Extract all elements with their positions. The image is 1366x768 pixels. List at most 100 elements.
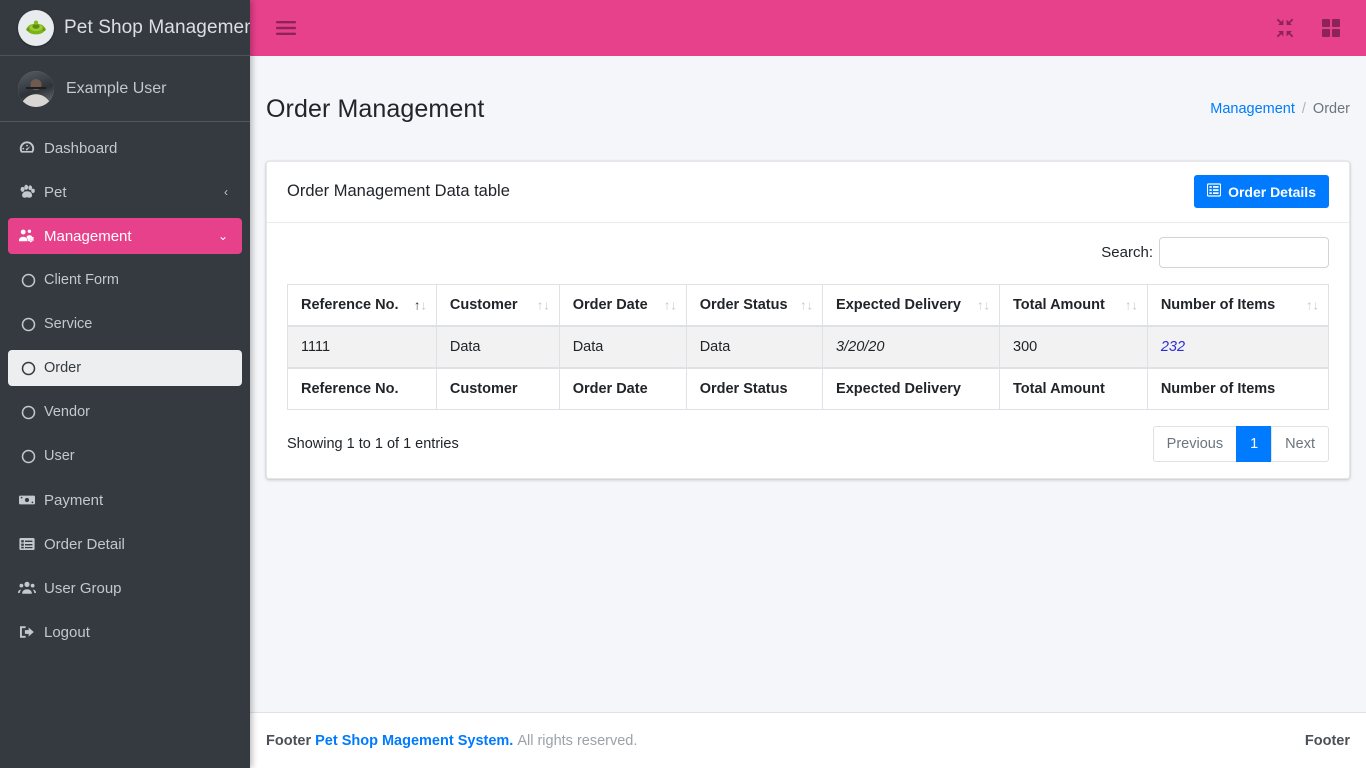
table-foot: Reference No. Customer Order Date Order … xyxy=(288,368,1329,410)
card-body: Search: Reference No. ↑↓ xyxy=(267,223,1349,478)
column-label: Customer xyxy=(450,297,518,313)
sort-icon: ↑↓ xyxy=(1306,298,1319,311)
sidebar-item-management[interactable]: Management ⌄ xyxy=(8,218,242,254)
chevron-left-icon: ‹ xyxy=(224,185,228,199)
column-header-expected-delivery[interactable]: Expected Delivery ↑↓ xyxy=(823,284,1000,326)
sidebar-item-payment[interactable]: Payment xyxy=(8,482,242,518)
sidebar-item-vendor[interactable]: Vendor xyxy=(8,394,242,430)
column-label: Number of Items xyxy=(1161,297,1275,313)
column-label: Total Amount xyxy=(1013,297,1105,313)
users-cog-icon xyxy=(18,227,44,245)
cell-number-of-items: 232 xyxy=(1147,326,1328,368)
card-title: Order Management Data table xyxy=(287,182,510,201)
sidebar-item-label: Vendor xyxy=(44,404,232,420)
sort-icon: ↑↓ xyxy=(537,298,550,311)
sidebar-item-label: Client Form xyxy=(44,272,232,288)
sidebar-item-user-group[interactable]: User Group xyxy=(8,570,242,606)
sidebar-item-label: Order xyxy=(44,360,232,376)
breadcrumb-separator: / xyxy=(1302,101,1306,117)
sidebar-item-user[interactable]: User xyxy=(8,438,242,474)
circle-icon xyxy=(18,273,44,288)
circle-icon xyxy=(18,361,44,376)
footer-brand-link[interactable]: Pet Shop Magement System. xyxy=(315,733,513,749)
column-header-total-amount[interactable]: Total Amount ↑↓ xyxy=(1000,284,1148,326)
order-table-card: Order Management Data table xyxy=(266,161,1350,479)
page-title: Order Management xyxy=(266,95,484,124)
sort-icon: ↑↓ xyxy=(977,298,990,311)
footer-column-total-amount: Total Amount xyxy=(1000,368,1148,410)
table-bottom-bar: Showing 1 to 1 of 1 entries Previous 1 N… xyxy=(287,426,1329,462)
pagination-next[interactable]: Next xyxy=(1271,426,1329,462)
content-area: Order Management Management / Order Orde… xyxy=(250,56,1366,712)
entries-info: Showing 1 to 1 of 1 entries xyxy=(287,436,459,452)
number-of-items-link[interactable]: 232 xyxy=(1161,339,1185,355)
column-header-order-status[interactable]: Order Status ↑↓ xyxy=(686,284,822,326)
sidebar: Pet Shop Management Example User Dashboa… xyxy=(0,0,250,768)
table-head: Reference No. ↑↓ Customer ↑↓ xyxy=(288,284,1329,326)
hamburger-icon[interactable] xyxy=(272,13,300,43)
search-row: Search: xyxy=(287,237,1329,268)
user-name: Example User xyxy=(66,80,166,98)
chevron-down-icon: ⌄ xyxy=(218,229,228,243)
sidebar-nav: Dashboard Pet ‹ xyxy=(0,122,250,650)
sidebar-item-label: Dashboard xyxy=(44,140,232,157)
sort-icon: ↑↓ xyxy=(414,298,427,311)
table-row[interactable]: 1111 Data Data Data 3/20/20 300 232 xyxy=(288,326,1329,368)
brand-title: Pet Shop Management xyxy=(64,17,250,39)
order-data-table: Reference No. ↑↓ Customer ↑↓ xyxy=(287,284,1329,410)
user-panel[interactable]: Example User xyxy=(0,56,250,122)
page-header: Order Management Management / Order xyxy=(250,56,1366,155)
sidebar-item-dashboard[interactable]: Dashboard xyxy=(8,130,242,166)
order-details-button[interactable]: Order Details xyxy=(1194,175,1329,208)
sidebar-item-logout[interactable]: Logout xyxy=(8,614,242,650)
cell-total-amount: 300 xyxy=(1000,326,1148,368)
tachometer-icon xyxy=(18,139,44,157)
table-footer-row: Reference No. Customer Order Date Order … xyxy=(288,368,1329,410)
top-navbar xyxy=(250,0,1366,56)
th-list-icon xyxy=(1207,183,1221,200)
circle-icon xyxy=(18,449,44,464)
column-header-order-date[interactable]: Order Date ↑↓ xyxy=(559,284,686,326)
sidebar-item-order-detail[interactable]: Order Detail xyxy=(8,526,242,562)
users-icon xyxy=(18,579,44,597)
paw-icon xyxy=(18,183,44,201)
list-alt-icon xyxy=(18,535,44,553)
page-footer: Footer Pet Shop Magement System. All rig… xyxy=(250,712,1366,768)
cell-reference-no: 1111 xyxy=(288,326,437,368)
pagination-page-1[interactable]: 1 xyxy=(1236,426,1272,462)
circle-icon xyxy=(18,405,44,420)
breadcrumb-current: Order xyxy=(1313,101,1350,117)
column-label: Order Status xyxy=(700,297,788,313)
compress-arrows-icon[interactable] xyxy=(1268,11,1302,45)
brand-link[interactable]: Pet Shop Management xyxy=(0,0,250,56)
sidebar-item-label: Order Detail xyxy=(44,536,232,553)
footer-column-reference-no: Reference No. xyxy=(288,368,437,410)
sidebar-item-service[interactable]: Service xyxy=(8,306,242,342)
pagination-previous[interactable]: Previous xyxy=(1153,426,1237,462)
table-header-row: Reference No. ↑↓ Customer ↑↓ xyxy=(288,284,1329,326)
cell-customer: Data xyxy=(436,326,559,368)
sidebar-item-label: Payment xyxy=(44,492,232,509)
cell-expected-delivery: 3/20/20 xyxy=(823,326,1000,368)
breadcrumb-parent-link[interactable]: Management xyxy=(1210,101,1295,117)
table-body: 1111 Data Data Data 3/20/20 300 232 xyxy=(288,326,1329,368)
column-label: Expected Delivery xyxy=(836,297,961,313)
sidebar-item-order[interactable]: Order xyxy=(8,350,242,386)
pagination: Previous 1 Next xyxy=(1153,426,1329,462)
cell-order-date: Data xyxy=(559,326,686,368)
footer-prefix: Footer xyxy=(266,733,311,749)
sort-icon: ↑↓ xyxy=(800,298,813,311)
footer-column-customer: Customer xyxy=(436,368,559,410)
breadcrumb: Management / Order xyxy=(1210,101,1350,117)
circle-icon xyxy=(18,317,44,332)
search-label: Search: xyxy=(1101,244,1153,261)
app-root: Pet Shop Management Example User Dashboa… xyxy=(0,0,1366,768)
search-input[interactable] xyxy=(1159,237,1329,268)
sidebar-item-client-form[interactable]: Client Form xyxy=(8,262,242,298)
th-large-icon[interactable] xyxy=(1314,11,1348,45)
column-header-number-of-items[interactable]: Number of Items ↑↓ xyxy=(1147,284,1328,326)
order-details-button-label: Order Details xyxy=(1228,184,1316,200)
column-header-customer[interactable]: Customer ↑↓ xyxy=(436,284,559,326)
column-header-reference-no[interactable]: Reference No. ↑↓ xyxy=(288,284,437,326)
sidebar-item-pet[interactable]: Pet ‹ xyxy=(8,174,242,210)
